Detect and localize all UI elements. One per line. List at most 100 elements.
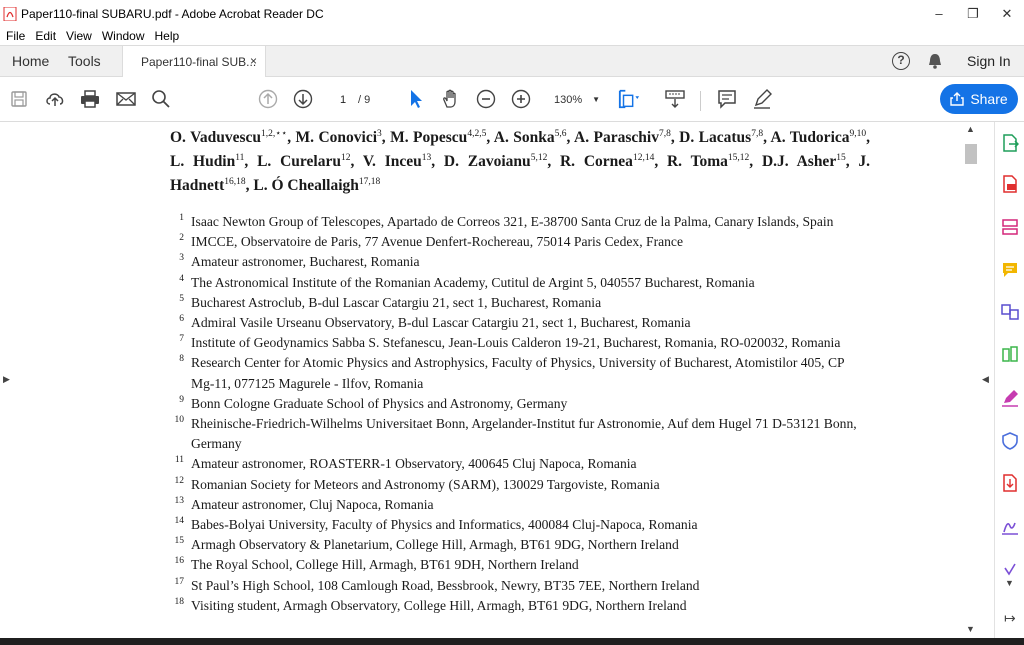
affiliation-item: 17 St Paul’s High School, 108 Camlough Ro…: [170, 576, 870, 596]
save-icon[interactable]: [8, 88, 30, 110]
close-tab-icon[interactable]: ×: [250, 54, 257, 68]
collapse-left-panel-icon[interactable]: ▶: [3, 374, 10, 385]
affiliation-text: The Royal School, College Hill, Armagh, …: [191, 557, 579, 573]
zoom-in-icon[interactable]: [510, 88, 532, 110]
rail-scroll-down-icon[interactable]: ▼: [1005, 578, 1014, 588]
affiliation-number: 12: [174, 475, 185, 486]
page-down-icon[interactable]: [292, 88, 314, 110]
menu-view[interactable]: View: [66, 29, 92, 43]
compress-pdf-icon[interactable]: [1001, 474, 1019, 492]
fit-page-icon[interactable]: [618, 88, 640, 110]
affiliation-number: 7: [179, 334, 184, 345]
tab-bar: Home Tools Paper110-final SUB... × ? Sig…: [0, 45, 1024, 77]
title-bar: Paper110-final SUBARU.pdf - Adobe Acroba…: [0, 0, 1024, 27]
hand-icon[interactable]: [440, 88, 462, 110]
share-icon: [950, 92, 965, 106]
affiliation-number: 14: [174, 516, 185, 527]
taskbar-edge: [0, 638, 1024, 645]
organize-pages-icon[interactable]: [1001, 346, 1019, 364]
help-icon[interactable]: ?: [892, 52, 910, 70]
comment-icon[interactable]: [716, 88, 738, 110]
zoom-out-icon[interactable]: [475, 88, 497, 110]
affiliation-item: 18 Visiting student, Armagh Observatory, …: [170, 596, 870, 616]
create-pdf-icon[interactable]: [1001, 175, 1019, 193]
comment-tool-icon[interactable]: [1001, 261, 1019, 279]
vertical-scrollbar[interactable]: ▲ ▼: [962, 122, 980, 638]
protect-icon[interactable]: [1001, 432, 1019, 450]
affiliation-number: 11: [174, 455, 184, 466]
edit-pdf-icon[interactable]: [1001, 218, 1019, 236]
affiliation-item: 9 Bonn Cologne Graduate School of Physics…: [170, 394, 870, 414]
zoom-select[interactable]: 130% ▼: [548, 90, 604, 110]
affiliation-text: Admiral Vasile Urseanu Observatory, B-du…: [191, 315, 691, 331]
expand-rail-icon[interactable]: ↦: [1004, 610, 1016, 627]
affiliation-text: IMCCE, Observatoire de Paris, 77 Avenue …: [191, 234, 684, 250]
affiliation-text: Amateur astronomer, ROASTERR-1 Observato…: [191, 456, 637, 472]
affiliation-number: 1: [179, 213, 184, 223]
window-title: Paper110-final SUBARU.pdf - Adobe Acroba…: [21, 6, 324, 21]
page-number-input[interactable]: 1: [330, 90, 356, 110]
affiliation-item: 1 Isaac Newton Group of Telescopes, Apart…: [170, 212, 870, 232]
page-up-icon[interactable]: [257, 88, 279, 110]
affiliation-text: Romanian Society for Meteors and Astrono…: [191, 476, 660, 492]
affiliation-text: Bucharest Astroclub, B-dul Lascar Catarg…: [191, 294, 602, 310]
maximize-button[interactable]: ❐: [956, 0, 990, 27]
scroll-thumb[interactable]: [965, 144, 977, 164]
affiliation-text: Isaac Newton Group of Telescopes, Aparta…: [191, 214, 834, 229]
chevron-down-icon: ▼: [592, 95, 600, 104]
minimize-button[interactable]: –: [922, 0, 956, 27]
bell-icon[interactable]: [926, 52, 944, 70]
document-tab-label: Paper110-final SUB...: [141, 54, 257, 69]
affiliation-text: Institute of Geodynamics Sabba S. Stefan…: [191, 335, 841, 351]
request-signature-icon[interactable]: [1001, 517, 1019, 535]
close-window-button[interactable]: ✕: [990, 0, 1024, 27]
page-total: / 9: [358, 94, 371, 106]
select-cursor-icon[interactable]: [405, 88, 427, 110]
affiliation-number: 5: [179, 293, 184, 304]
menu-window[interactable]: Window: [102, 29, 145, 43]
search-icon[interactable]: [150, 88, 172, 110]
menu-help[interactable]: Help: [155, 29, 180, 43]
combine-files-icon[interactable]: [1001, 303, 1019, 321]
scroll-down-icon[interactable]: ▼: [966, 624, 975, 634]
affiliation-item: 13 Amateur astronomer, Cluj Napoca, Roman…: [170, 495, 870, 515]
affiliation-item: 14 Babes-Bolyai University, Faculty of Ph…: [170, 515, 870, 535]
sign-in-link[interactable]: Sign In: [967, 53, 1011, 69]
tab-document[interactable]: Paper110-final SUB... ×: [122, 46, 266, 77]
collapse-right-panel-icon[interactable]: ◀: [982, 374, 989, 385]
email-icon[interactable]: [115, 88, 137, 110]
menu-file[interactable]: File: [6, 29, 25, 43]
affiliation-text: Bonn Cologne Graduate School of Physics …: [191, 395, 568, 411]
affiliation-item: 10 Rheinische-Friedrich-Wilhelms Universi…: [170, 414, 870, 454]
scroll-mode-icon[interactable]: [664, 88, 686, 110]
affiliation-item: 16 The Royal School, College Hill, Armagh…: [170, 555, 870, 575]
tab-home[interactable]: Home: [12, 53, 49, 69]
upload-icon[interactable]: [44, 88, 66, 110]
affiliation-text: Armagh Observatory & Planetarium, Colleg…: [191, 537, 679, 553]
affiliation-item: 15 Armagh Observatory & Planetarium, Coll…: [170, 535, 870, 555]
affiliation-number: 8: [179, 354, 184, 365]
affiliation-text: St Paul’s High School, 108 Camlough Road…: [191, 577, 700, 593]
share-button[interactable]: Share: [940, 84, 1018, 114]
affiliation-text: Research Center for Atomic Physics and A…: [191, 355, 845, 391]
affiliation-item: 6 Admiral Vasile Urseanu Observatory, B-d…: [170, 313, 870, 333]
more-tools-icon[interactable]: [1001, 560, 1019, 578]
affiliation-number: 9: [179, 394, 184, 405]
toolbar-divider: [700, 91, 701, 111]
tools-rail: ▼ ↦: [994, 122, 1024, 638]
affiliation-item: 8 Research Center for Atomic Physics and …: [170, 353, 870, 393]
scroll-up-icon[interactable]: ▲: [966, 124, 975, 134]
affiliation-text: The Astronomical Institute of the Romani…: [191, 274, 755, 290]
affiliation-number: 18: [174, 596, 185, 607]
affiliation-number: 2: [179, 233, 184, 244]
affiliation-text: Amateur astronomer, Cluj Napoca, Romania: [191, 496, 434, 512]
print-icon[interactable]: [79, 88, 101, 110]
affiliation-item: 11 Amateur astronomer, ROASTERR-1 Observa…: [170, 454, 870, 474]
pen-icon[interactable]: [751, 88, 773, 110]
fill-sign-icon[interactable]: [1001, 389, 1019, 407]
share-label: Share: [970, 91, 1008, 107]
affiliation-number: 15: [174, 536, 185, 547]
menu-edit[interactable]: Edit: [35, 29, 56, 43]
tab-tools[interactable]: Tools: [68, 53, 101, 69]
export-pdf-icon[interactable]: [1001, 134, 1019, 152]
